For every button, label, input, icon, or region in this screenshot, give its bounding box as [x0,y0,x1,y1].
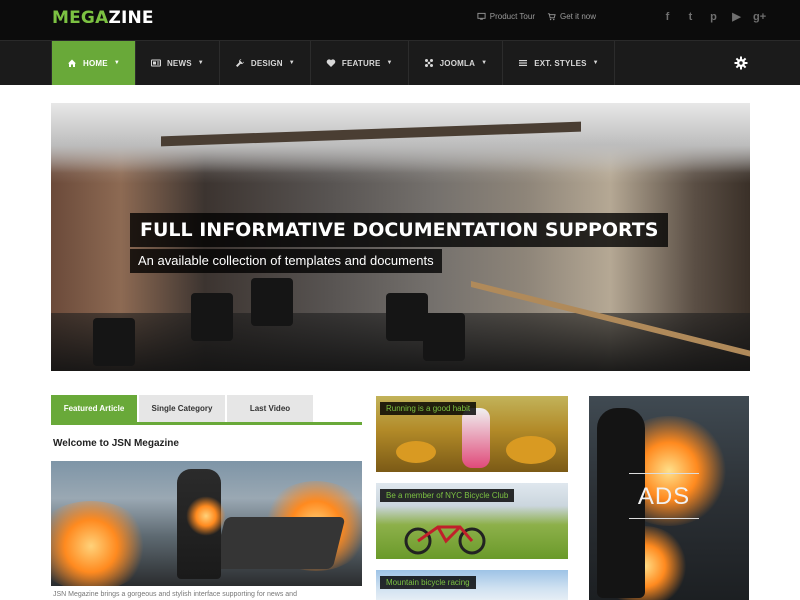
nav-label-design: DESIGN [250,58,283,68]
news-icon [150,59,161,67]
googleplus-icon[interactable]: g+ [753,11,766,24]
nav-item-ext-styles[interactable]: EXT. STYLES ▼ [503,41,615,85]
pinterest-icon[interactable]: p [707,11,720,24]
article-image[interactable] [51,461,362,586]
top-bar: MEGAZINE Product Tour Get it now f t p ▶… [0,0,800,40]
tab-featured-article[interactable]: Featured Article [51,395,137,422]
chevron-down-icon: ▼ [197,60,204,66]
nav-label-home: HOME [83,58,108,68]
hero-image-chair [191,293,233,341]
leaf-shape [396,441,436,463]
joomla-icon [424,59,433,67]
nav-label-joomla: JOOMLA [439,58,476,68]
nav-label-ext-styles: EXT. STYLES [534,58,587,68]
explosion-glow [186,496,226,536]
divider [629,518,699,519]
twitter-icon[interactable]: t [684,11,697,24]
product-tour-link[interactable]: Product Tour [477,12,535,21]
nav-items: HOME ▼ NEWS ▼ DESIGN ▼ FEATURE ▼ JOOMLA … [51,41,615,86]
explosion-glow [51,501,151,586]
news-card-label: Mountain bicycle racing [380,576,476,589]
get-it-now-label: Get it now [559,12,596,21]
monitor-icon [477,12,486,20]
hero-image-chair [93,318,135,366]
gear-icon[interactable] [734,56,748,70]
leaf-shape [506,436,556,464]
nav-item-joomla[interactable]: JOOMLA ▼ [409,41,504,85]
site-logo[interactable]: MEGAZINE [52,8,154,28]
ads-banner[interactable]: ADS [589,396,749,600]
product-tour-label: Product Tour [489,12,535,21]
home-icon [68,59,76,67]
divider [629,473,699,474]
article-tabs: Featured Article Single Category Last Vi… [51,395,362,425]
runner-shape [462,408,490,468]
hero-image-ceiling [51,103,750,173]
social-links: f t p ▶ g+ [661,11,767,24]
nav-item-news[interactable]: NEWS ▼ [136,41,220,85]
news-card-label: Running is a good habit [380,402,477,415]
nav-item-home[interactable]: HOME ▼ [51,41,136,85]
chevron-down-icon: ▼ [592,60,599,66]
news-card-mountain-racing[interactable]: Mountain bicycle racing [376,570,568,600]
hero-title: FULL INFORMATIVE DOCUMENTATION SUPPORTS [130,213,669,247]
logo-part-mega: MEGA [52,8,109,28]
news-card-running[interactable]: Running is a good habit [376,396,568,472]
chevron-down-icon: ▼ [386,60,393,66]
ads-label: ADS [637,483,691,510]
hero-subtitle: An available collection of templates and… [130,249,442,273]
main-nav: HOME ▼ NEWS ▼ DESIGN ▼ FEATURE ▼ JOOMLA … [0,40,800,85]
news-card-bicycle-club[interactable]: Be a member of NYC Bicycle Club [376,483,568,559]
hero-image-chair [251,278,293,326]
nav-item-feature[interactable]: FEATURE ▼ [311,41,409,85]
chevron-down-icon: ▼ [288,60,295,66]
facebook-icon[interactable]: f [661,11,674,24]
article-title[interactable]: Welcome to JSN Megazine [53,438,179,449]
get-it-now-link[interactable]: Get it now [547,12,596,21]
article-excerpt: JSN Megazine brings a gorgeous and styli… [53,591,297,598]
nav-label-news: NEWS [166,58,192,68]
chevron-down-icon: ▼ [481,60,488,66]
tank-shape [212,517,346,569]
tab-last-video[interactable]: Last Video [227,395,313,422]
hero-image-chair [423,313,465,361]
nav-item-design[interactable]: DESIGN ▼ [220,41,311,85]
top-links: Product Tour Get it now [477,12,596,21]
chevron-down-icon: ▼ [113,60,120,66]
wrench-icon [235,59,244,67]
youtube-icon[interactable]: ▶ [730,11,743,24]
news-card-label: Be a member of NYC Bicycle Club [380,489,515,502]
logo-part-zine: ZINE [108,8,154,28]
heart-icon [326,59,336,67]
tab-single-category[interactable]: Single Category [139,395,225,422]
hero-slider[interactable]: FULL INFORMATIVE DOCUMENTATION SUPPORTS … [51,103,750,371]
nav-label-feature: FEATURE [341,58,381,68]
cart-icon [547,13,556,21]
list-icon [519,60,528,66]
hero-image-chair [386,293,428,341]
bicycle-shape [404,525,486,555]
